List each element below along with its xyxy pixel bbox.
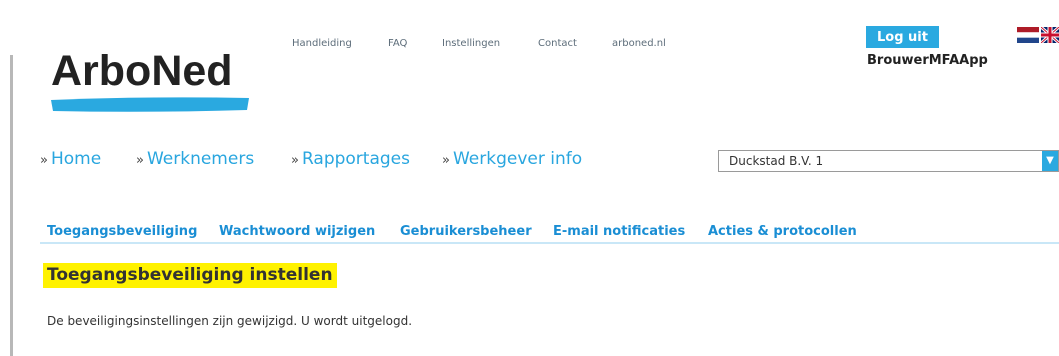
subnav-divider [40, 242, 1059, 244]
main-nav-home-label: Home [50, 149, 102, 169]
company-select-value: Duckstad B.V. 1 [729, 154, 824, 168]
main-nav-werkgever-info-label: Werkgever info [452, 149, 583, 169]
nl-flag-icon[interactable] [1017, 27, 1039, 43]
arboned-logo[interactable]: ArboNed [49, 42, 254, 117]
subnav-gebruikersbeheer[interactable]: Gebruikersbeheer [400, 224, 532, 239]
main-nav-werkgever-info[interactable]: » Werkgever info [442, 149, 582, 169]
top-nav-instellingen[interactable]: Instellingen [442, 38, 500, 49]
main-nav-home[interactable]: » Home [40, 149, 101, 169]
page-left-border [10, 55, 13, 356]
logo-swoosh-icon [51, 97, 249, 112]
nav-arrow-icon: » [442, 153, 450, 168]
company-select[interactable]: Duckstad B.V. 1 ▼ [718, 150, 1059, 172]
top-nav-handleiding[interactable]: Handleiding [292, 38, 352, 49]
subnav-toegangsbeveiliging[interactable]: Toegangsbeveiliging [47, 224, 197, 239]
uk-flag-icon[interactable] [1041, 27, 1059, 43]
top-nav-faq[interactable]: FAQ [388, 38, 407, 49]
nav-arrow-icon: » [40, 153, 48, 168]
logo-text: ArboNed [51, 47, 233, 95]
subnav-acties-protocollen[interactable]: Acties & protocollen [708, 224, 857, 239]
nav-arrow-icon: » [291, 153, 299, 168]
top-nav-arboned[interactable]: arboned.nl [612, 38, 666, 49]
main-nav-rapportages[interactable]: » Rapportages [291, 149, 410, 169]
logout-button[interactable]: Log uit [866, 26, 939, 48]
subnav-wachtwoord-wijzigen[interactable]: Wachtwoord wijzigen [219, 224, 375, 239]
nav-arrow-icon: » [136, 153, 144, 168]
main-nav-werknemers-label: Werknemers [146, 149, 255, 169]
main-nav-rapportages-label: Rapportages [301, 149, 410, 169]
status-message: De beveiligingsinstellingen zijn gewijzi… [47, 314, 413, 328]
main-nav-werknemers[interactable]: » Werknemers [136, 149, 254, 169]
subnav-email-notificaties[interactable]: E-mail notificaties [553, 224, 685, 239]
page-title: Toegangsbeveiliging instellen [43, 263, 337, 288]
username-label: BrouwerMFAApp [867, 53, 988, 68]
chevron-down-icon[interactable]: ▼ [1042, 151, 1058, 171]
top-nav-contact[interactable]: Contact [538, 38, 577, 49]
